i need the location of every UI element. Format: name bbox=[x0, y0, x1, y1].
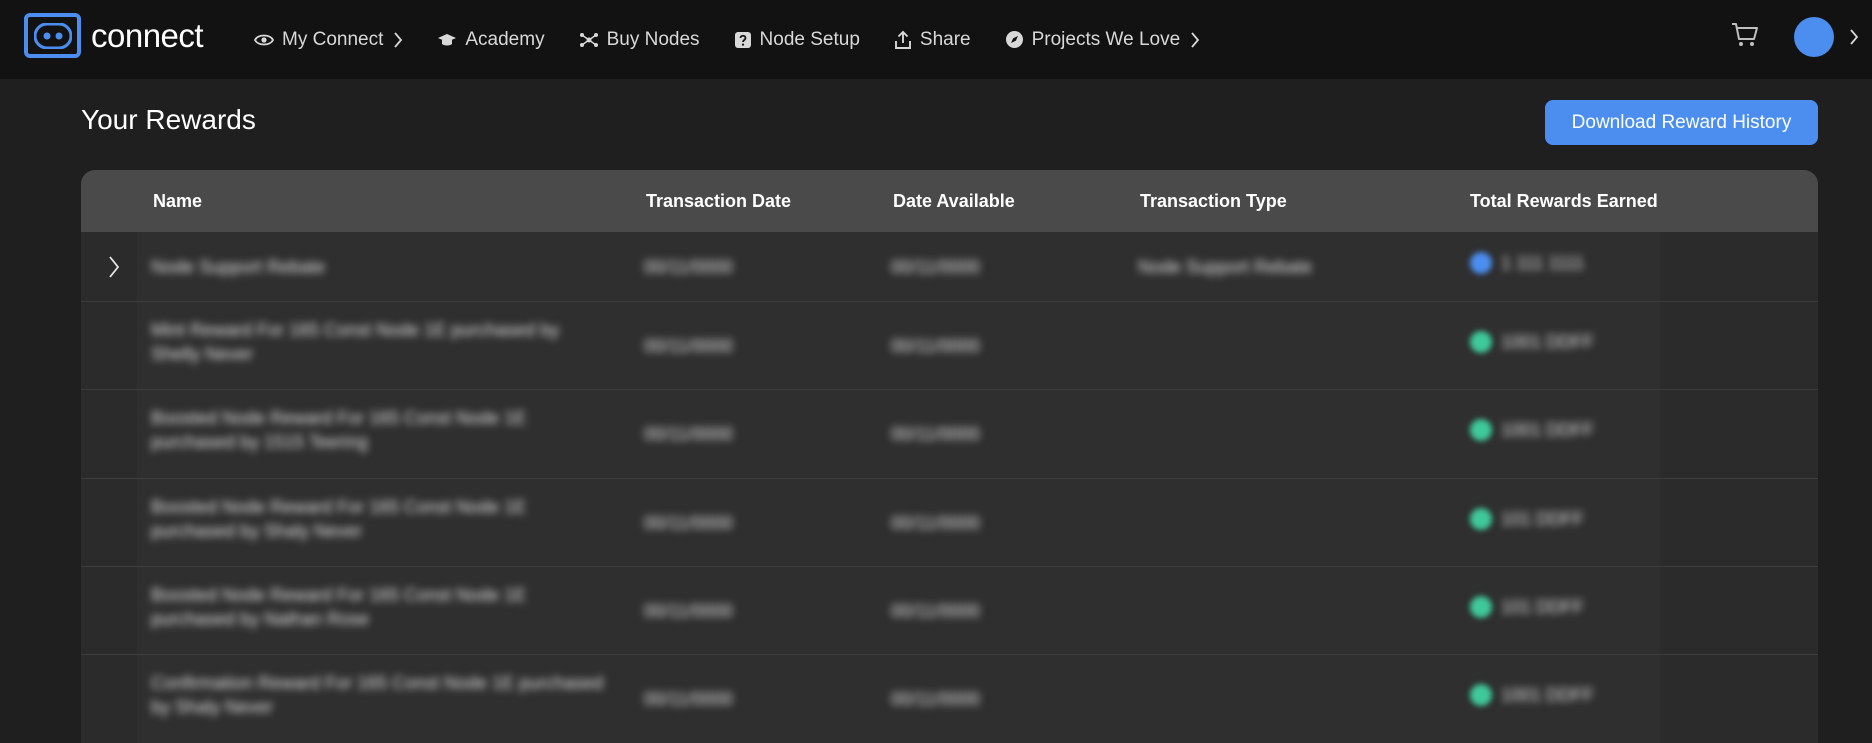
chevron-right-icon[interactable] bbox=[1849, 28, 1859, 46]
row-transaction-date: 00/11/0000 bbox=[644, 513, 733, 533]
nav-item-my-connect[interactable]: My Connect bbox=[254, 29, 403, 51]
logo-text: connect bbox=[91, 16, 204, 54]
row-transaction-date: 00/11/0000 bbox=[644, 336, 733, 356]
row-date-available: 00/11/0000 bbox=[891, 257, 980, 277]
nav-item-label: Projects We Love bbox=[1031, 28, 1181, 50]
row-transaction-date: 00/11/0000 bbox=[644, 257, 733, 277]
column-header-date-available[interactable]: Date Available bbox=[893, 191, 1015, 212]
row-total-rewards: 101 DDFF bbox=[1501, 509, 1585, 529]
row-name: Boosted Node Reward For 165 Const Node 1… bbox=[151, 408, 527, 452]
graduation-cap-icon bbox=[438, 33, 457, 45]
row-date-available: 00/11/0000 bbox=[891, 601, 980, 621]
nav-item-label: Buy Nodes bbox=[606, 28, 700, 50]
token-icon bbox=[1470, 252, 1492, 274]
nav-item-academy[interactable]: Academy bbox=[437, 28, 545, 51]
token-icon bbox=[1470, 508, 1492, 530]
row-transaction-date: 00/11/0000 bbox=[644, 689, 733, 709]
download-reward-history-button[interactable]: Download Reward History bbox=[1545, 100, 1818, 145]
nav-item-label: My Connect bbox=[282, 28, 384, 50]
row-transaction-date: 00/11/0000 bbox=[644, 601, 733, 621]
row-name: Boosted Node Reward For 165 Const Node 1… bbox=[151, 585, 527, 629]
cart-icon[interactable] bbox=[1731, 22, 1759, 48]
column-header-transaction-date[interactable]: Transaction Date bbox=[646, 191, 791, 212]
row-transaction-date: 00/11/0000 bbox=[644, 424, 733, 444]
token-icon bbox=[1470, 596, 1492, 618]
row-date-available: 00/11/0000 bbox=[891, 336, 980, 356]
table-row[interactable]: Mint Reward For 165 Const Node 1E purcha… bbox=[81, 302, 1818, 390]
column-header-total-rewards-earned[interactable]: Total Rewards Earned bbox=[1470, 191, 1658, 212]
row-name: Confirmation Reward For 165 Const Node 1… bbox=[151, 673, 604, 717]
column-header-name[interactable]: Name bbox=[153, 191, 202, 212]
nav-item-node-setup[interactable]: Node Setup bbox=[734, 29, 860, 51]
token-icon bbox=[1470, 684, 1492, 706]
nodes-icon bbox=[579, 32, 598, 47]
table-header: Name Transaction Date Date Available Tra… bbox=[81, 170, 1818, 232]
row-date-available: 00/11/0000 bbox=[891, 689, 980, 709]
row-total-rewards: 1 111 1111 bbox=[1501, 253, 1585, 273]
column-header-transaction-type[interactable]: Transaction Type bbox=[1140, 191, 1287, 212]
row-total-rewards: 1001 DDFF bbox=[1501, 685, 1595, 705]
row-date-available: 00/11/0000 bbox=[891, 513, 980, 533]
row-transaction-type: Node Support Rebate bbox=[1138, 257, 1313, 277]
connect-logo-icon bbox=[24, 13, 81, 58]
row-name: Mint Reward For 165 Const Node 1E purcha… bbox=[151, 320, 560, 364]
rewards-table: Name Transaction Date Date Available Tra… bbox=[81, 170, 1818, 743]
row-name: Boosted Node Reward For 165 Const Node 1… bbox=[151, 497, 527, 541]
nav-item-projects-we-love[interactable]: Projects We Love bbox=[1005, 29, 1201, 51]
nav-menu: My Connect Academy Buy Nodes Node Setup … bbox=[254, 0, 1234, 79]
table-row[interactable]: Boosted Node Reward For 165 Const Node 1… bbox=[81, 390, 1818, 479]
table-row[interactable]: Confirmation Reward For 165 Const Node 1… bbox=[81, 655, 1818, 743]
help-square-icon bbox=[734, 31, 751, 48]
nav-item-label: Node Setup bbox=[759, 28, 860, 50]
nav-item-share[interactable]: Share bbox=[894, 29, 971, 51]
nav-item-label: Share bbox=[919, 28, 971, 50]
token-icon bbox=[1470, 331, 1492, 353]
top-navigation: connect My Connect Academy Buy Nodes Nod… bbox=[0, 0, 1872, 79]
table-row[interactable]: Boosted Node Reward For 165 Const Node 1… bbox=[81, 567, 1818, 655]
chevron-right-icon bbox=[394, 31, 403, 48]
row-total-rewards: 1001 DDFF bbox=[1501, 332, 1595, 352]
compass-icon bbox=[1005, 31, 1023, 48]
table-row[interactable]: Boosted Node Reward For 165 Const Node 1… bbox=[81, 479, 1818, 567]
chevron-right-icon bbox=[1191, 31, 1200, 48]
share-icon bbox=[894, 30, 911, 49]
logo[interactable]: connect bbox=[24, 13, 204, 58]
nav-item-buy-nodes[interactable]: Buy Nodes bbox=[579, 29, 700, 51]
avatar[interactable] bbox=[1794, 17, 1834, 57]
table-row[interactable]: Node Support Rebate 00/11/0000 00/11/000… bbox=[81, 232, 1818, 302]
chevron-right-icon[interactable] bbox=[108, 255, 120, 279]
eye-icon bbox=[254, 34, 274, 45]
row-total-rewards: 1001 DDFF bbox=[1501, 420, 1595, 440]
page-title: Your Rewards bbox=[81, 104, 256, 135]
row-total-rewards: 101 DDFF bbox=[1501, 597, 1585, 617]
token-icon bbox=[1470, 419, 1492, 441]
row-name: Node Support Rebate bbox=[151, 257, 326, 277]
row-date-available: 00/11/0000 bbox=[891, 424, 980, 444]
nav-item-label: Academy bbox=[465, 28, 545, 50]
